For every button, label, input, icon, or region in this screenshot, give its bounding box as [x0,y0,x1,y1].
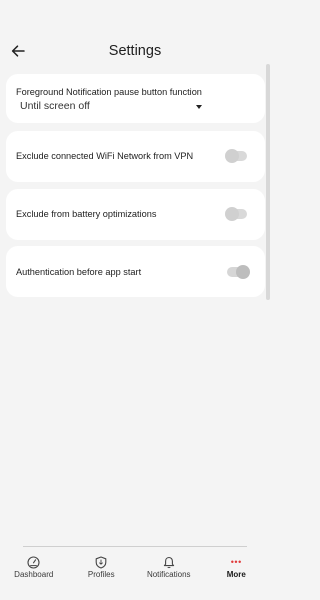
nav-item-notifications[interactable]: Notifications [135,547,203,600]
toggle-thumb [236,265,250,279]
card-notification-pause: Foreground Notification pause button fun… [6,74,265,123]
dropdown-arrow-icon [196,105,202,109]
exclude-wifi-label: Exclude connected WiFi Network from VPN [16,151,194,161]
dropdown-selected-value: Until screen off [20,100,90,112]
more-dots-icon: ••• [230,557,242,567]
bottom-navigation: Dashboard Profiles Notifications ••• Mor… [0,547,270,600]
nav-item-profiles[interactable]: Profiles [68,547,136,600]
nav-label-more: More [226,570,246,579]
toggle-thumb [225,149,239,163]
card-battery-optimizations: Exclude from battery optimizations [6,189,265,240]
authentication-toggle[interactable] [227,265,250,279]
nav-item-dashboard[interactable]: Dashboard [0,547,68,600]
page-title: Settings [108,43,162,59]
authentication-label: Authentication before app start [16,267,142,277]
battery-optimizations-toggle[interactable] [225,207,247,221]
notification-pause-dropdown[interactable]: Until screen off [20,100,202,116]
nav-label-notifications: Notifications [146,570,191,579]
top-app-bar: Settings [0,0,270,76]
card-authentication: Authentication before app start [6,246,265,297]
shield-icon [94,555,108,569]
nav-item-more[interactable]: ••• More [203,547,271,600]
nav-label-dashboard: Dashboard [14,570,54,579]
exclude-wifi-toggle[interactable] [225,149,247,163]
card-exclude-wifi: Exclude connected WiFi Network from VPN [6,131,265,182]
notification-pause-label: Foreground Notification pause button fun… [16,87,202,97]
dashboard-icon [27,555,41,569]
toggle-thumb [225,207,239,221]
nav-label-profiles: Profiles [87,570,115,579]
scrollbar[interactable] [266,64,270,300]
battery-optimizations-label: Exclude from battery optimizations [16,209,157,219]
bell-icon [162,555,176,569]
